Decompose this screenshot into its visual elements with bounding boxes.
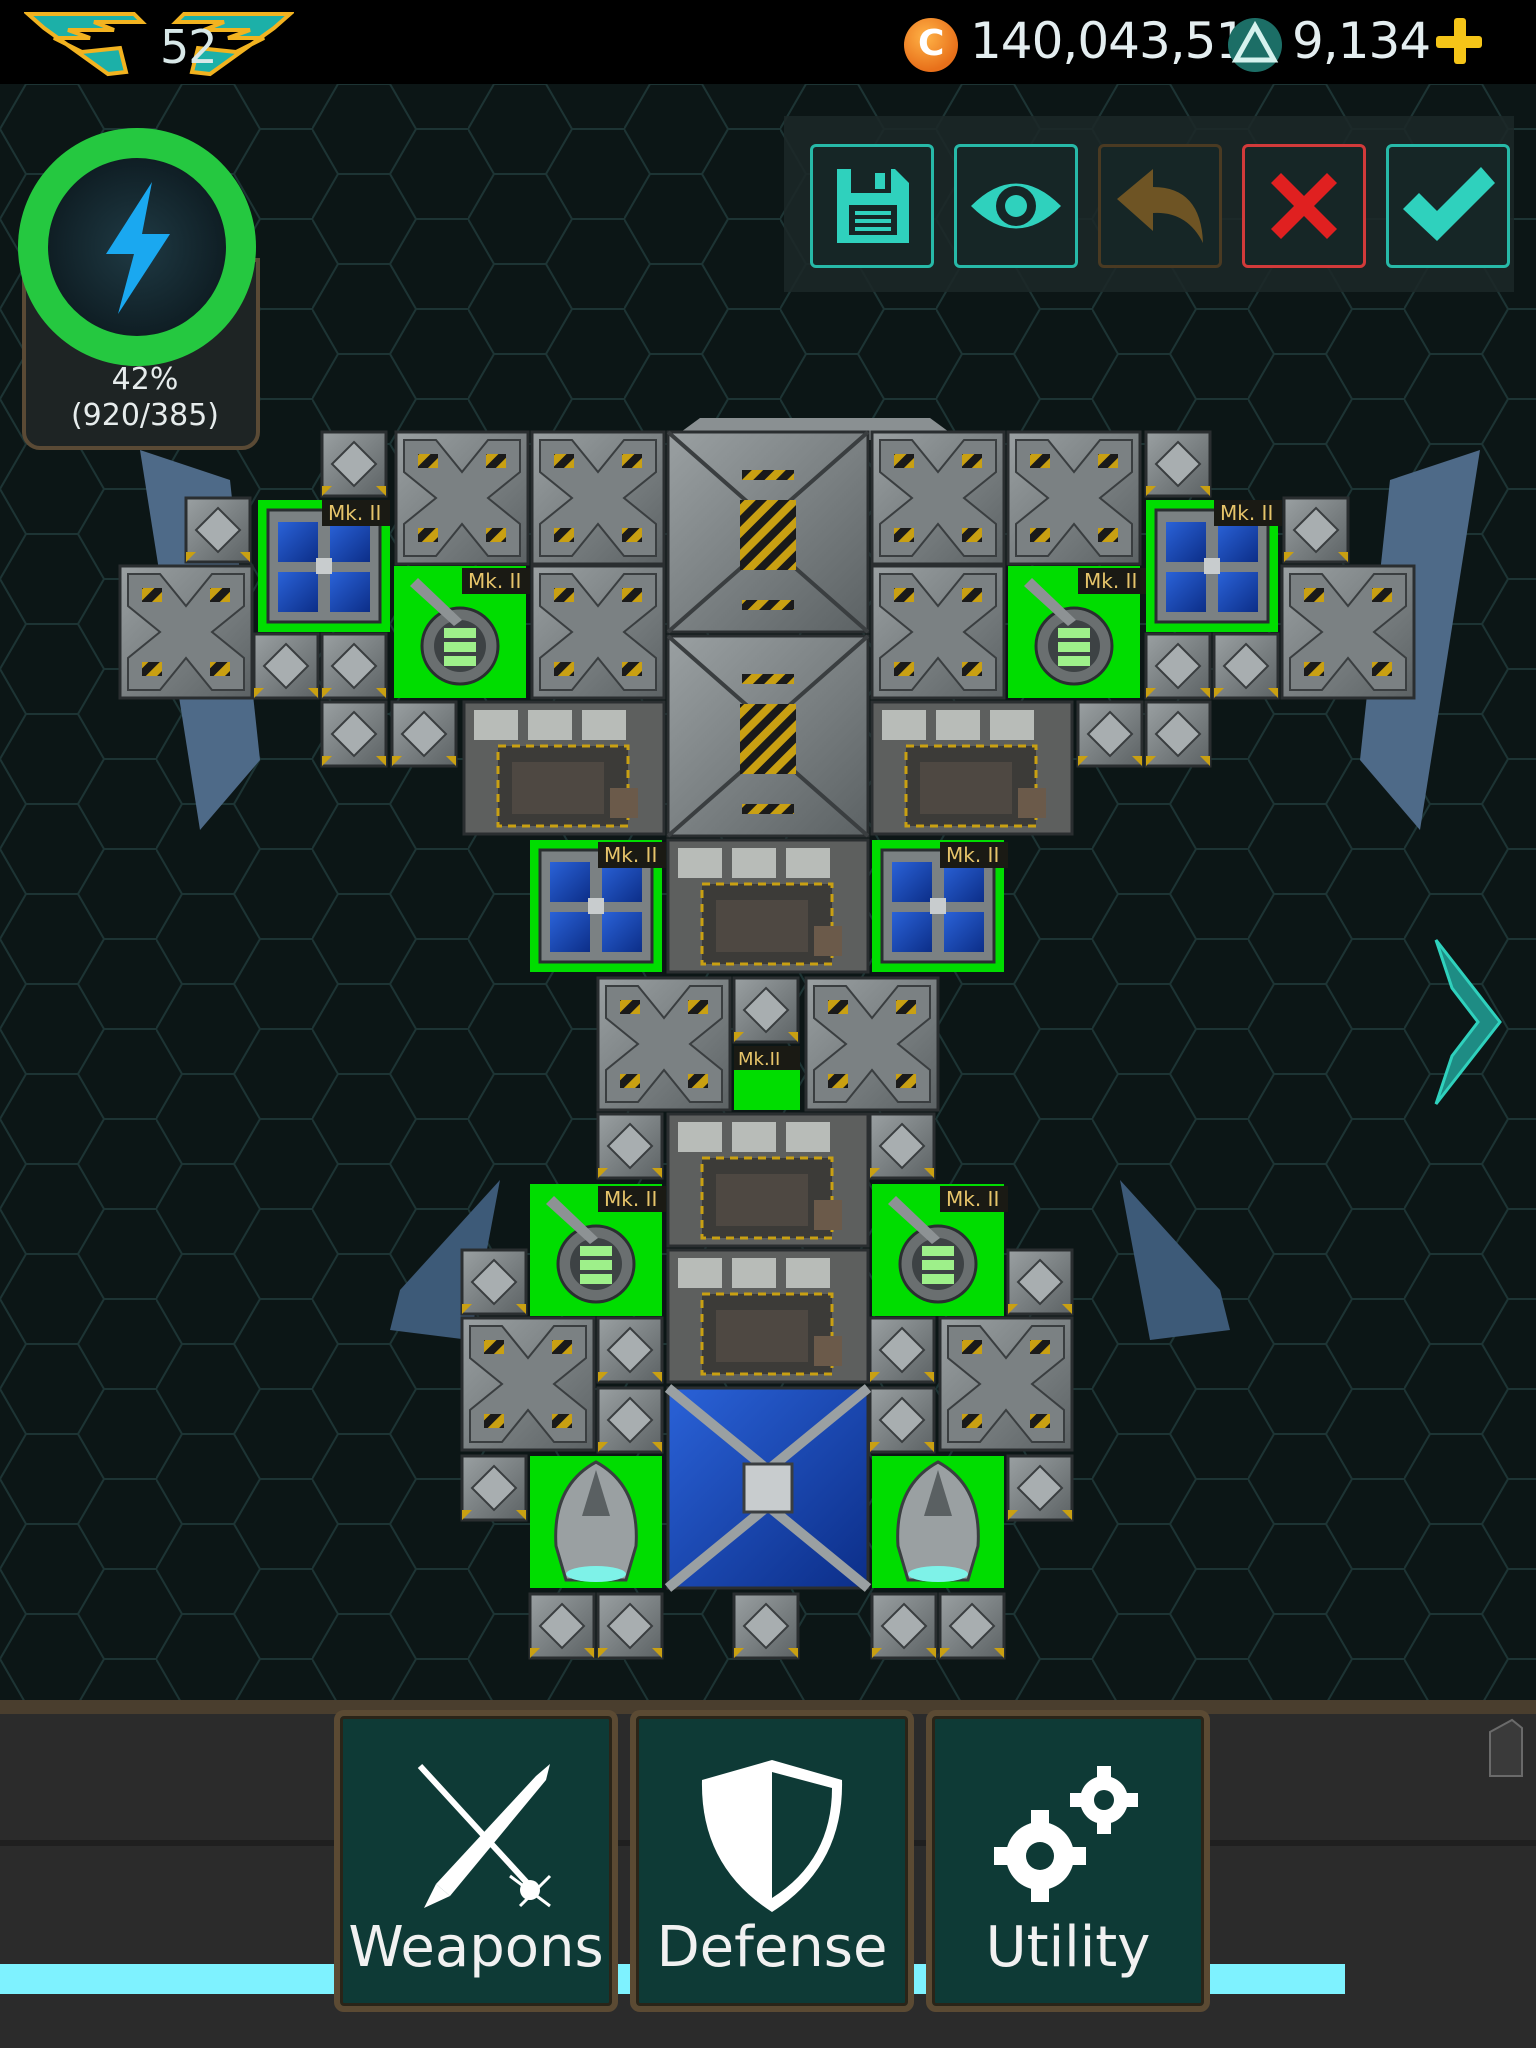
bottom-panel: Weapons Defense Utility — [0, 1700, 1536, 2048]
module-tag: Mk. II — [328, 501, 381, 525]
cancel-icon — [1271, 173, 1337, 239]
shield-core — [664, 1384, 872, 1592]
next-arrow-button[interactable] — [1430, 936, 1506, 1108]
cancel-button[interactable] — [1242, 144, 1366, 268]
editor-toolbar — [784, 116, 1514, 292]
lightning-icon — [106, 182, 170, 314]
spine-block-mid — [666, 634, 870, 838]
hull-flank-right — [1120, 1180, 1230, 1340]
wings-icon — [22, 12, 296, 77]
module-tag: Mk. II — [468, 569, 521, 593]
module-tag: Mk. II — [1220, 501, 1273, 525]
weapons-button[interactable]: Weapons — [334, 1710, 618, 2012]
undo-icon — [1117, 169, 1203, 243]
rank-level: 52 — [160, 20, 218, 74]
preview-button[interactable] — [954, 144, 1078, 268]
defense-button[interactable]: Defense — [630, 1710, 914, 2012]
top-bar: 52 C 140,043,513 9,134 — [0, 0, 1536, 84]
eye-icon — [971, 183, 1061, 229]
module-tag: Mk.II — [738, 1049, 780, 1070]
spine-block-top — [666, 430, 870, 634]
undo-button[interactable] — [1098, 144, 1222, 268]
energy-gauge[interactable]: 42% (920/385) — [18, 128, 260, 450]
utility-button[interactable]: Utility — [926, 1710, 1210, 2012]
save-button[interactable] — [810, 144, 934, 268]
missile-icon — [417, 1763, 552, 1908]
rank-badge[interactable]: 52 — [22, 8, 296, 78]
collapse-tab-icon[interactable] — [1486, 1718, 1526, 1778]
add-currency-button[interactable] — [1432, 14, 1486, 68]
credits-icon: C — [904, 18, 958, 72]
module-tag: Mk. II — [604, 1187, 657, 1211]
shield-icon — [701, 1760, 843, 1912]
module-tag: Mk. II — [1084, 569, 1137, 593]
save-icon — [837, 169, 909, 243]
gears-icon — [994, 1766, 1138, 1902]
gem-icon — [1228, 18, 1282, 72]
weapons-label: Weapons — [348, 1915, 604, 1980]
utility-label: Utility — [985, 1915, 1151, 1980]
energy-percent: 42% — [111, 362, 179, 397]
module-tag: Mk. II — [946, 843, 999, 867]
defense-label: Defense — [656, 1915, 888, 1980]
energy-ring — [18, 128, 256, 366]
confirm-button[interactable] — [1386, 144, 1510, 268]
confirm-icon — [1403, 167, 1495, 241]
module-tag: Mk. II — [604, 843, 657, 867]
gems-amount: 9,134 — [1292, 12, 1431, 70]
ship-layout[interactable]: Mk. II Mk. II Mk. II Mk. II Mk. II Mk. I… — [110, 400, 1480, 1700]
module-tag: Mk. II — [946, 1187, 999, 1211]
